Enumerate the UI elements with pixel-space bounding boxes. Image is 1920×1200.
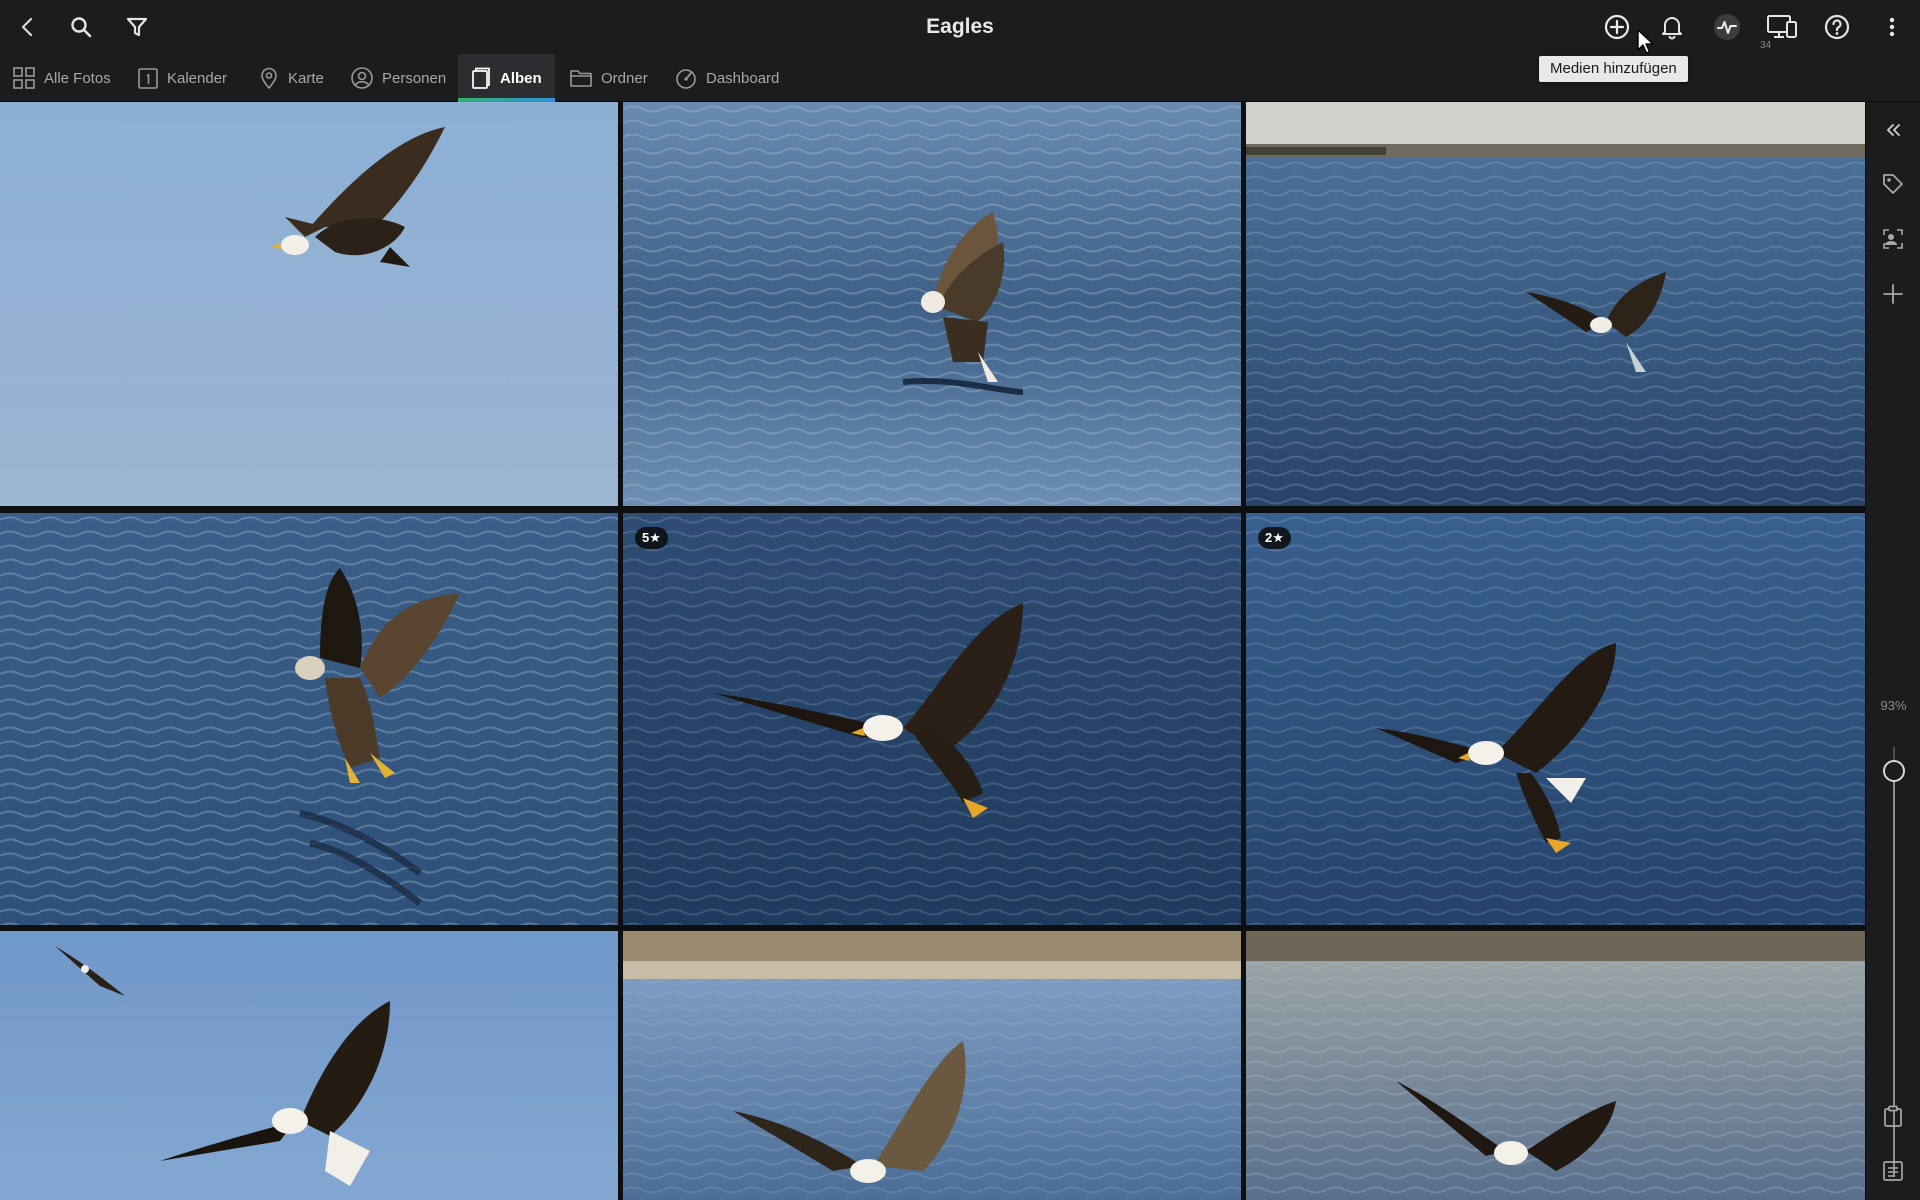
photo-tile[interactable] [1246,102,1865,506]
more-vertical-icon [1889,17,1895,37]
photo-grid: 5★ 2★ [0,102,1865,1200]
photo-tile[interactable] [623,102,1241,506]
notifications-button[interactable] [1654,9,1690,45]
filter-button[interactable] [119,9,155,45]
tab-label: Kalender [167,69,228,87]
help-button[interactable] [1819,9,1855,45]
calendar-icon [138,68,158,89]
face-recognition-button[interactable] [1875,221,1911,257]
list-panel-icon [1883,1161,1903,1181]
photo-tile[interactable] [623,931,1241,1200]
eagle-sky-image [0,102,618,506]
collapse-sidebar-button[interactable] [1875,112,1911,148]
tab-ordner[interactable]: Ordner [569,54,648,102]
photo-tile[interactable] [1246,931,1865,1200]
tab-label: Ordner [601,69,648,87]
search-button[interactable] [63,9,99,45]
device-count-badge: 34 [1760,40,1772,51]
add-button[interactable] [1875,276,1911,312]
eagle-water-shore-image [623,931,1241,1200]
eagle-sky-image [0,931,618,1200]
dashboard-icon [676,69,696,89]
search-icon [71,17,92,38]
photo-tile[interactable] [0,931,618,1200]
person-icon [351,67,373,89]
tab-dashboard[interactable]: Dashboard [674,54,779,102]
tab-karte[interactable]: Karte [258,54,324,102]
map-pin-icon [261,67,277,90]
face-scan-icon [1883,229,1903,249]
photo-app: Eagles 34 Alle Fotos Kalender Karte Pers… [0,0,1920,1200]
eagle-water-shore-image [1246,102,1865,506]
photo-tile[interactable]: 5★ [623,513,1241,925]
add-media-tooltip: Medien hinzufügen [1539,56,1688,82]
tab-label: Personen [382,69,447,87]
right-sidebar: 93% [1865,102,1920,1200]
photo-tile[interactable] [0,513,618,925]
help-icon [1824,14,1850,40]
tab-personen[interactable]: Personen [350,54,446,102]
clipboard-button[interactable] [1875,1098,1911,1134]
chevron-left-icon [21,17,33,37]
activity-icon [1714,14,1740,40]
folder-icon [570,70,592,87]
photo-tile[interactable] [0,102,618,506]
tab-alle-fotos[interactable]: Alle Fotos [12,54,111,102]
rating-badge: 5★ [635,527,668,549]
top-bar: Eagles 34 [0,0,1920,54]
add-media-button[interactable] [1599,9,1635,45]
details-panel-button[interactable] [1875,1153,1911,1189]
album-icon [472,67,490,89]
double-chevron-left-icon [1887,124,1900,136]
tab-label: Alben [500,69,542,87]
activity-button[interactable] [1709,9,1745,45]
tab-kalender[interactable]: Kalender [137,54,227,102]
eagle-water-image [0,513,618,925]
rating-badge: 2★ [1258,527,1291,549]
plus-icon [1883,284,1903,304]
eagle-water-image [623,513,1241,925]
clipboard-icon [1884,1105,1902,1127]
eagle-water-image [623,102,1241,506]
mouse-cursor-icon [1637,29,1654,54]
plus-circle-icon [1604,14,1630,40]
zoom-level: 93% [1880,698,1907,713]
tab-alben[interactable]: Alben [458,54,555,102]
tab-label: Dashboard [706,69,780,87]
photo-tile[interactable]: 2★ [1246,513,1865,925]
bell-icon [1662,17,1682,40]
more-menu-button[interactable] [1874,9,1910,45]
tab-label: Alle Fotos [44,69,111,87]
eagle-water-shore-image [1246,931,1865,1200]
back-button[interactable] [10,9,46,45]
devices-icon [1767,15,1797,38]
tag-icon [1883,174,1903,194]
tags-button[interactable] [1875,166,1911,202]
filter-icon [126,17,148,37]
grid-icon [13,67,35,89]
tab-label: Karte [288,69,324,87]
eagle-water-image [1246,513,1865,925]
zoom-slider-thumb[interactable] [1883,760,1905,782]
